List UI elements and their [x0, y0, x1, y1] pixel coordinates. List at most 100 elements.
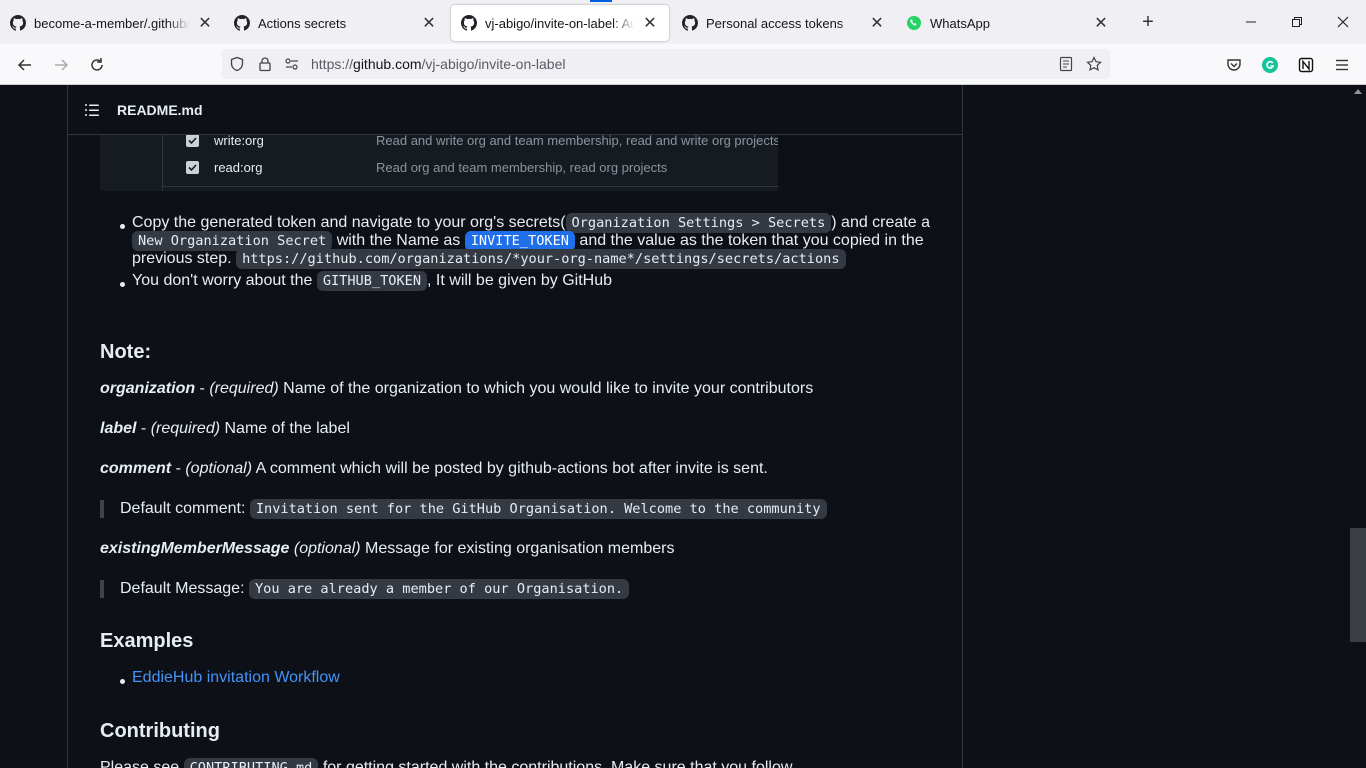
- inline-code: Invitation sent for the GitHub Organisat…: [249, 499, 827, 519]
- grammarly-button[interactable]: [1257, 52, 1283, 78]
- whatsapp-icon: [907, 16, 921, 30]
- param-name: organization: [100, 380, 196, 397]
- param-description: A comment which will be posted by github…: [252, 460, 768, 477]
- close-icon[interactable]: ✕: [641, 14, 659, 32]
- reader-view-icon[interactable]: [1058, 56, 1074, 72]
- checkbox-checked-icon: [186, 160, 199, 174]
- text: for getting started with the contributio…: [318, 759, 793, 768]
- close-icon[interactable]: ✕: [196, 14, 214, 32]
- shield-icon[interactable]: [229, 56, 245, 72]
- eddiehub-workflow-link[interactable]: EddieHub invitation Workflow: [132, 669, 340, 686]
- back-button[interactable]: [12, 52, 38, 78]
- hamburger-menu-icon: [1336, 59, 1348, 71]
- github-icon: [234, 15, 250, 31]
- page-viewport[interactable]: README.md write:org Read and write org a…: [0, 85, 1350, 768]
- new-tab-button[interactable]: +: [1130, 4, 1166, 40]
- grammarly-icon: [1262, 57, 1278, 73]
- inline-code: New Organization Secret: [132, 231, 333, 251]
- close-icon[interactable]: ✕: [868, 14, 886, 32]
- param-required: (required): [150, 420, 221, 437]
- list-item: Copy the generated token and navigate to…: [120, 213, 932, 269]
- close-window-button[interactable]: [1320, 0, 1366, 44]
- param-optional: (optional): [185, 460, 253, 477]
- bullet-dot: [120, 679, 125, 684]
- menu-button[interactable]: [1329, 52, 1355, 78]
- url-text[interactable]: https://github.com/vj-abigo/invite-on-la…: [311, 56, 565, 72]
- restore-icon: [1292, 17, 1302, 27]
- tab-indicator: [590, 0, 612, 2]
- inline-code-selected: INVITE_TOKEN: [464, 231, 575, 251]
- outline-list-icon[interactable]: [84, 102, 100, 118]
- text: -: [136, 420, 151, 437]
- forward-button[interactable]: [48, 52, 74, 78]
- scope-description: Read org and team membership, read org p…: [376, 159, 668, 175]
- text: Copy the generated token and navigate to…: [132, 214, 566, 231]
- inline-code: https://github.com/organizations/*your-o…: [236, 249, 846, 269]
- bullet-dot: [120, 282, 125, 287]
- text: You don't worry about the: [132, 272, 317, 289]
- list-item: EddieHub invitation Workflow: [120, 669, 952, 687]
- param-optional: (optional): [293, 540, 361, 557]
- close-icon[interactable]: ✕: [420, 14, 438, 32]
- text: previous step.: [132, 250, 237, 267]
- github-icon: [682, 15, 698, 31]
- page-scrollbar[interactable]: [1350, 85, 1366, 768]
- param-existing-member-message: existingMemberMessage (optional) Message…: [100, 540, 674, 558]
- text: Default comment:: [120, 500, 250, 517]
- inline-code: GITHUB_TOKEN: [316, 271, 428, 291]
- readme-title[interactable]: README.md: [117, 102, 203, 118]
- notion-icon: [1298, 57, 1314, 73]
- restore-button[interactable]: [1274, 0, 1320, 44]
- bullet-dot: [120, 224, 125, 229]
- github-icon: [461, 15, 477, 31]
- notion-button[interactable]: [1293, 52, 1319, 78]
- text: Default Message:: [120, 580, 249, 597]
- inline-code: You are already a member of our Organisa…: [248, 579, 630, 599]
- param-label: label - (required) Name of the label: [100, 420, 350, 438]
- examples-list: EddieHub invitation Workflow: [120, 669, 952, 687]
- tab-bar: become-a-member/.github/wo ✕ Actions sec…: [0, 0, 1366, 44]
- divider: [162, 186, 778, 187]
- close-icon: [1337, 16, 1349, 28]
- tab-title: become-a-member/.github/wo: [34, 15, 190, 31]
- param-description: Name of the organization to which you wo…: [278, 380, 814, 397]
- tab-become-a-member[interactable]: become-a-member/.github/wo ✕: [0, 5, 224, 41]
- blockquote-default-message: Default Message: You are already a membe…: [100, 579, 630, 599]
- param-name: existingMemberMessage: [100, 540, 290, 557]
- pocket-button[interactable]: [1221, 52, 1247, 78]
- param-organization: organization - (required) Name of the or…: [100, 380, 813, 398]
- text: ) and create a: [831, 214, 930, 231]
- inline-code: CONTRIBUTING.md: [183, 758, 319, 768]
- tab-invite-on-label[interactable]: vj-abigo/invite-on-label: Autom ✕: [451, 5, 669, 41]
- examples-heading: Examples: [100, 630, 194, 652]
- navigation-toolbar: https://github.com/vj-abigo/invite-on-la…: [0, 44, 1366, 85]
- arrow-right-icon: [55, 59, 69, 71]
- param-comment: comment - (optional) A comment which wil…: [100, 460, 768, 478]
- minimize-icon: [1246, 21, 1256, 23]
- param-description: Name of the label: [220, 420, 350, 437]
- tab-title: WhatsApp: [930, 15, 990, 31]
- note-heading: Note:: [100, 341, 152, 363]
- permissions-icon[interactable]: [284, 56, 300, 72]
- scrollbar-thumb[interactable]: [1350, 528, 1366, 642]
- address-bar[interactable]: https://github.com/vj-abigo/invite-on-la…: [222, 49, 1110, 79]
- arrow-left-icon: [17, 59, 31, 71]
- inline-code: Organization Settings > Secrets: [565, 213, 832, 233]
- tab-actions-secrets[interactable]: Actions secrets ✕: [224, 5, 448, 41]
- github-icon: [10, 15, 26, 31]
- contributing-paragraph: Please see CONTRIBUTING.md for getting s…: [100, 758, 793, 768]
- tab-whatsapp[interactable]: WhatsApp ✕: [896, 5, 1120, 41]
- lock-icon[interactable]: [257, 56, 273, 72]
- tab-personal-access-tokens[interactable]: Personal access tokens ✕: [672, 5, 896, 41]
- url-path: /vj-abigo/invite-on-label: [421, 56, 566, 72]
- reload-button[interactable]: [84, 52, 110, 78]
- scroll-up-arrow-icon[interactable]: [1354, 89, 1362, 94]
- close-icon[interactable]: ✕: [1092, 14, 1110, 32]
- scope-name: read:org: [214, 159, 263, 175]
- tab-title: Personal access tokens: [706, 15, 844, 31]
- param-required: (required): [209, 380, 279, 397]
- setup-steps-list: Copy the generated token and navigate to…: [120, 213, 932, 291]
- bookmark-star-icon[interactable]: [1086, 56, 1102, 72]
- list-item: You don't worry about the GITHUB_TOKEN, …: [120, 271, 932, 291]
- minimize-button[interactable]: [1228, 0, 1274, 44]
